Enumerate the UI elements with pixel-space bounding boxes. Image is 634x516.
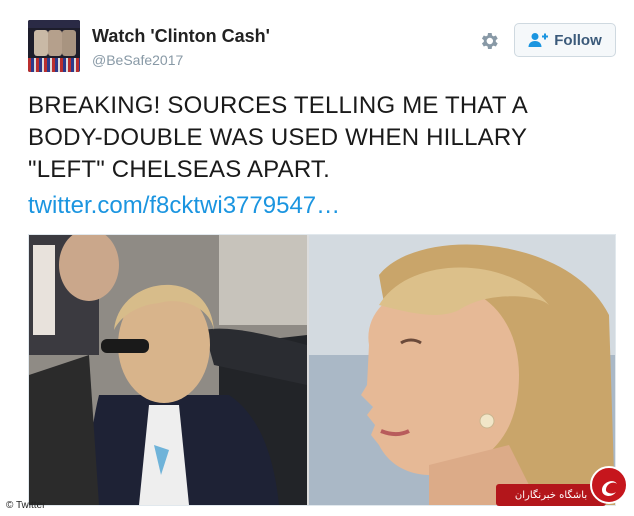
tweet-text-line: BODY-DOUBLE WAS USED WHEN HILLARY	[28, 124, 528, 151]
tweet-text: BREAKING! SOURCES TELLING ME THAT A BODY…	[28, 90, 623, 186]
follow-button[interactable]: Follow	[514, 23, 616, 57]
photo-left-illustration	[29, 235, 307, 505]
image-credit: © Twitter	[6, 500, 46, 511]
profile-avatar[interactable]	[28, 20, 80, 72]
watermark-logo: باشگاه خبرنگاران	[496, 462, 628, 512]
display-name[interactable]: Watch 'Clinton Cash'	[92, 26, 270, 47]
follow-label: Follow	[554, 31, 602, 49]
add-user-icon	[528, 33, 549, 47]
photo-left[interactable]	[29, 235, 307, 505]
tweet-card: Watch 'Clinton Cash' @BeSafe2017 Follow …	[0, 0, 634, 516]
tweet-link[interactable]: twitter.com/f8cktwi3779547…	[28, 192, 340, 220]
gear-icon[interactable]	[478, 30, 500, 52]
user-handle[interactable]: @BeSafe2017	[92, 52, 183, 68]
tweet-text-line: "LEFT" CHELSEAS APART.	[28, 156, 330, 183]
watermark-circle-icon	[590, 466, 628, 504]
tweet-text-line: BREAKING! SOURCES TELLING ME THAT A	[28, 92, 529, 119]
